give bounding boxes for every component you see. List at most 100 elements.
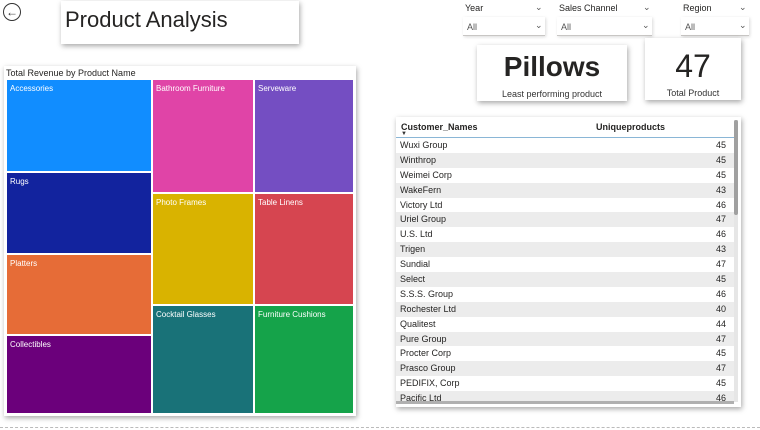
slicer-region-dropdown[interactable]: All ⌄: [681, 17, 749, 36]
customer-name-cell: U.S. Ltd: [400, 229, 433, 240]
uniqueproducts-cell: 46: [715, 229, 726, 240]
page-divider: [0, 427, 760, 428]
uniqueproducts-cell: 43: [715, 244, 726, 255]
uniqueproducts-cell: 40: [715, 303, 726, 314]
treemap-tile-table-linens[interactable]: Table Linens: [254, 193, 354, 305]
treemap-tile-photo-frames[interactable]: Photo Frames: [152, 193, 254, 305]
vertical-scrollbar[interactable]: [734, 120, 738, 402]
customer-name-cell: Wuxi Group: [400, 140, 448, 150]
chevron-down-icon[interactable]: ⌄: [643, 2, 651, 13]
customer-name-cell: Weimei Corp: [400, 169, 452, 180]
chevron-down-icon: ⌄: [642, 20, 650, 30]
treemap-tile-cocktail-glasses[interactable]: Cocktail Glasses: [152, 305, 254, 414]
slicer-region-label: Region: [683, 3, 712, 13]
customer-name-cell: Pure Group: [400, 333, 447, 344]
customer-table[interactable]: Customer_Names ▼ Uniqueproducts Wuxi Gro…: [396, 117, 741, 407]
uniqueproducts-cell: 45: [715, 140, 726, 150]
total-product-card: 47 Total Product: [645, 38, 741, 100]
uniqueproducts-cell: 44: [715, 318, 726, 329]
uniqueproducts-cell: 47: [715, 363, 726, 374]
scrollbar-thumb[interactable]: [734, 120, 738, 215]
customer-name-cell: Select: [400, 274, 426, 285]
treemap-tile-label: Bathroom Furniture: [156, 84, 225, 93]
table-row[interactable]: Procter Corp 45: [396, 346, 734, 361]
uniqueproducts-cell: 45: [715, 169, 726, 180]
slicer-sales-channel-dropdown[interactable]: All ⌄: [557, 17, 652, 36]
total-product-value: 47: [675, 48, 711, 84]
treemap-tile-label: Platters: [10, 259, 38, 268]
treemap-tile-collectibles[interactable]: Collectibles: [6, 335, 152, 414]
treemap-tile-label: Cocktail Glasses: [156, 310, 216, 319]
treemap-tile-platters[interactable]: Platters: [6, 254, 152, 335]
customer-name-cell: Victory Ltd: [400, 199, 443, 210]
least-performing-value: Pillows: [503, 51, 601, 82]
table-row[interactable]: Victory Ltd 46: [396, 198, 734, 213]
table-row[interactable]: S.S.S. Group 46: [396, 287, 734, 302]
uniqueproducts-cell: 45: [715, 348, 726, 359]
chevron-down-icon: ⌄: [739, 20, 747, 30]
treemap-tile-accessories[interactable]: Accessories: [6, 79, 152, 172]
uniqueproducts-cell: 45: [715, 274, 726, 285]
customer-name-cell: Qualitest: [400, 318, 436, 329]
customer-name-cell: Sundial: [400, 259, 431, 270]
treemap-tile-furniture-cushions[interactable]: Furniture Cushions: [254, 305, 354, 414]
customer-name-cell: WakeFern: [400, 184, 442, 195]
uniqueproducts-cell: 43: [715, 184, 726, 195]
table-row[interactable]: Qualitest 44: [396, 317, 734, 332]
table-row[interactable]: Winthrop 45: [396, 152, 734, 168]
treemap-title: Total Revenue by Product Name: [6, 68, 136, 78]
table-header: Customer_Names ▼ Uniqueproducts: [396, 117, 734, 138]
table-row[interactable]: Trigen 43: [396, 242, 734, 258]
table-row[interactable]: PEDIFIX, Corp 45: [396, 376, 734, 391]
customer-name-cell: Trigen: [400, 244, 426, 255]
table-body: Wuxi Group 45 Winthrop 45 Weimei Corp 45 WakeF…: [396, 138, 734, 402]
customer-name-cell: Winthrop: [400, 154, 437, 165]
uniqueproducts-cell: 47: [715, 333, 726, 344]
uniqueproducts-cell: 45: [715, 154, 726, 165]
table-row[interactable]: Select 45: [396, 272, 734, 287]
treemap-tile-rugs[interactable]: Rugs: [6, 172, 152, 254]
table-row[interactable]: Pure Group 47: [396, 331, 734, 347]
table-row[interactable]: Rochester Ltd 40: [396, 301, 734, 317]
table-row[interactable]: Prasco Group 47: [396, 361, 734, 377]
treemap-tile-label: Table Linens: [258, 198, 303, 207]
horizontal-scrollbar[interactable]: [396, 401, 734, 404]
table-row[interactable]: U.S. Ltd 46: [396, 227, 734, 242]
slicer-year-dropdown[interactable]: All ⌄: [463, 17, 545, 36]
uniqueproducts-cell: 45: [715, 378, 726, 389]
chevron-down-icon: ⌄: [535, 20, 543, 30]
table-row[interactable]: WakeFern 43: [396, 182, 734, 198]
table-row[interactable]: Sundial 47: [396, 257, 734, 272]
slicer-sales-channel-value: All: [561, 22, 572, 32]
table-row[interactable]: Weimei Corp 45: [396, 168, 734, 183]
treemap-tile-label: Collectibles: [10, 340, 51, 349]
uniqueproducts-cell: 47: [715, 214, 726, 225]
treemap-tile-label: Accessories: [10, 84, 54, 93]
customer-name-cell: Procter Corp: [400, 348, 452, 359]
customer-name-cell: PEDIFIX, Corp: [400, 378, 460, 389]
customer-name-cell: Prasco Group: [400, 363, 456, 374]
customer-name-cell: Uriel Group: [400, 214, 447, 225]
slicer-sales-channel-label: Sales Channel: [559, 3, 618, 13]
chevron-down-icon[interactable]: ⌄: [739, 2, 747, 13]
slicer-year-label: Year: [465, 3, 484, 13]
treemap-tile-label: Serveware: [258, 84, 297, 93]
treemap-tile-label: Furniture Cushions: [258, 310, 326, 319]
uniqueproducts-cell: 46: [715, 199, 726, 210]
treemap-visual[interactable]: Total Revenue by Product Name Accessorie…: [4, 66, 356, 416]
chevron-down-icon[interactable]: ⌄: [535, 2, 543, 13]
customer-name-cell: S.S.S. Group: [400, 288, 454, 299]
column-header-customer-names[interactable]: Customer_Names: [401, 122, 478, 132]
column-header-uniqueproducts[interactable]: Uniqueproducts: [596, 122, 665, 132]
uniqueproducts-cell: 47: [715, 259, 726, 270]
table-row[interactable]: Wuxi Group 45: [396, 138, 734, 153]
treemap-tile-serveware[interactable]: Serveware: [254, 79, 354, 193]
page-title: Product Analysis: [65, 7, 228, 32]
arrow-left-icon: ←: [6, 5, 18, 19]
back-button[interactable]: ←: [3, 3, 21, 21]
table-row[interactable]: Uriel Group 47: [396, 212, 734, 228]
least-performing-card: Pillows Least performing product: [477, 45, 627, 101]
uniqueproducts-cell: 46: [715, 288, 726, 299]
treemap-tile-bathroom-furniture[interactable]: Bathroom Furniture: [152, 79, 254, 193]
sort-descending-icon[interactable]: ▼: [401, 131, 407, 137]
